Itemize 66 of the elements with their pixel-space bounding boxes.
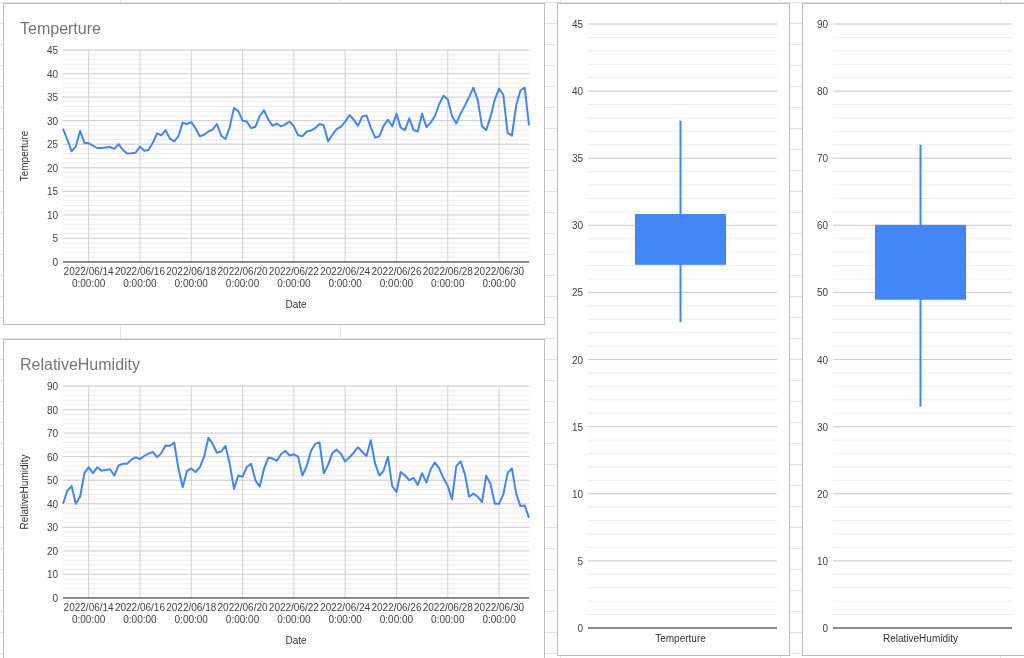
axis-tick-label: 2022/06/16 0:00:00 bbox=[114, 266, 165, 289]
axis-tick-label: 10 bbox=[571, 488, 583, 500]
axis-tick-label: 2022/06/18 0:00:00 bbox=[166, 602, 217, 625]
axis-title: Date bbox=[285, 635, 307, 646]
axis-tick-label: 20 bbox=[46, 545, 58, 557]
axis-tick-label: 45 bbox=[571, 19, 583, 30]
axis-tick-label: 40 bbox=[816, 354, 828, 366]
axis-tick-label: 25 bbox=[571, 287, 583, 299]
chart-title: Temperture bbox=[20, 20, 101, 37]
axis-tick-label: 40 bbox=[571, 86, 583, 98]
axis-tick-label: 20 bbox=[571, 354, 583, 366]
axis-tick-label: 10 bbox=[816, 555, 828, 567]
axis-tick-label: 2022/06/26 0:00:00 bbox=[371, 602, 422, 625]
axis-tick-label: 0 bbox=[577, 623, 583, 634]
axis-tick-label: 2022/06/28 0:00:00 bbox=[422, 602, 473, 625]
axis-tick-label: 2022/06/30 0:00:00 bbox=[474, 602, 525, 625]
axis-tick-label: 2022/06/24 0:00:00 bbox=[320, 266, 371, 289]
axis-title: Date bbox=[285, 299, 307, 310]
axis-tick-label: 0 bbox=[52, 257, 58, 268]
axis-tick-label: 10 bbox=[46, 209, 58, 221]
axis-tick-label: 90 bbox=[46, 381, 58, 392]
axis-tick-label: 40 bbox=[46, 498, 58, 510]
axis-tick-label: 60 bbox=[46, 451, 58, 463]
category-label: RelativeHumidity bbox=[883, 633, 958, 644]
axis-tick-label: 90 bbox=[816, 19, 828, 30]
axis-tick-label: 0 bbox=[822, 623, 828, 634]
axis-tick-label: 50 bbox=[46, 475, 58, 487]
axis-tick-label: 2022/06/16 0:00:00 bbox=[114, 602, 165, 625]
axis-tick-label: 2022/06/14 0:00:00 bbox=[63, 602, 114, 625]
axis-tick-label: 30 bbox=[46, 522, 58, 534]
axis-tick-label: 25 bbox=[46, 139, 58, 151]
axis-tick-label: 15 bbox=[46, 186, 58, 198]
axis-tick-label: 0 bbox=[52, 593, 58, 604]
axis-tick-label: 5 bbox=[52, 233, 58, 245]
axis-title: Temperture bbox=[19, 130, 30, 182]
axis-tick-label: 80 bbox=[46, 404, 58, 416]
axis-tick-label: 40 bbox=[46, 68, 58, 80]
axis-tick-label: 20 bbox=[816, 488, 828, 500]
axis-tick-label: 2022/06/22 0:00:00 bbox=[268, 602, 319, 625]
axis-tick-label: 20 bbox=[46, 162, 58, 174]
axis-tick-label: 60 bbox=[816, 220, 828, 232]
axis-tick-label: 2022/06/28 0:00:00 bbox=[422, 266, 473, 289]
axis-tick-label: 35 bbox=[46, 92, 58, 104]
category-label: Temperture bbox=[655, 633, 706, 644]
axis-tick-label: 30 bbox=[816, 421, 828, 433]
axis-tick-label: 2022/06/24 0:00:00 bbox=[320, 602, 371, 625]
axis-tick-label: 10 bbox=[46, 569, 58, 581]
axis-tick-label: 70 bbox=[816, 153, 828, 165]
axis-tick-label: 30 bbox=[46, 115, 58, 127]
axis-title: RelativeHumidity bbox=[19, 454, 30, 530]
axis-tick-label: 2022/06/18 0:00:00 bbox=[166, 266, 217, 289]
axis-tick-label: 2022/06/20 0:00:00 bbox=[217, 602, 268, 625]
axis-tick-label: 80 bbox=[816, 86, 828, 98]
axis-tick-label: 5 bbox=[577, 555, 583, 567]
axis-tick-label: 2022/06/26 0:00:00 bbox=[371, 266, 422, 289]
chart-title: RelativeHumidity bbox=[20, 356, 141, 373]
axis-tick-label: 2022/06/30 0:00:00 bbox=[474, 266, 525, 289]
axis-tick-label: 45 bbox=[46, 45, 58, 56]
axis-tick-label: 30 bbox=[571, 220, 583, 232]
axis-tick-label: 15 bbox=[571, 421, 583, 433]
axis-tick-label: 2022/06/14 0:00:00 bbox=[63, 266, 114, 289]
axis-tick-label: 35 bbox=[571, 153, 583, 165]
axis-tick-label: 2022/06/22 0:00:00 bbox=[268, 266, 319, 289]
axis-tick-label: 70 bbox=[46, 428, 58, 440]
axis-tick-label: 50 bbox=[816, 287, 828, 299]
axis-tick-label: 2022/06/20 0:00:00 bbox=[217, 266, 268, 289]
